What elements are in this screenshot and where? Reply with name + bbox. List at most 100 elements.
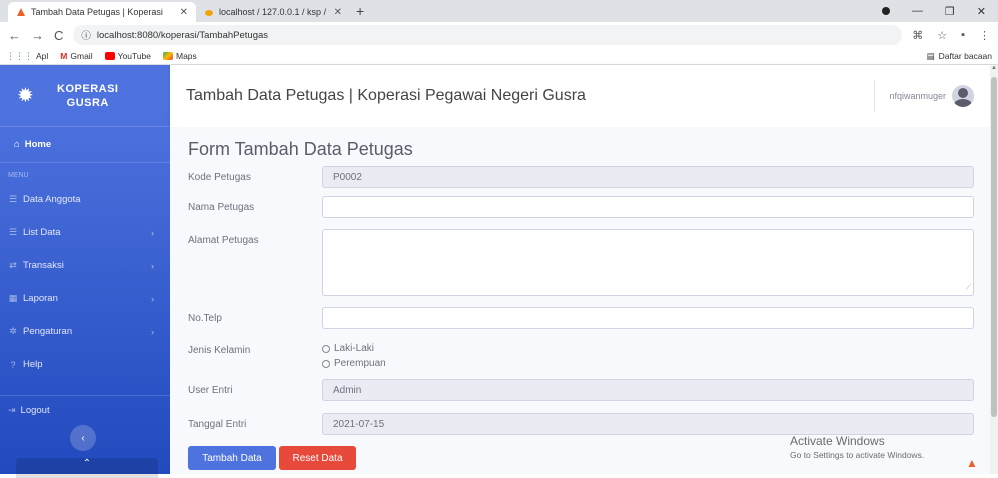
- radio-perempuan[interactable]: Perempuan: [322, 356, 386, 371]
- sidebar-item-transaksi[interactable]: ⇄ Transaksi ›: [0, 249, 170, 282]
- browser-tab-active[interactable]: Tambah Data Petugas | Koperasi ✕: [8, 2, 196, 22]
- sidebar: ✹ KOPERASI GUSRA ⌂ Home MENU ☰ Data Angg…: [0, 65, 170, 478]
- menu-heading: MENU: [8, 172, 29, 179]
- tab-close-icon[interactable]: ✕: [334, 7, 342, 18]
- window-controls: — ❐ ✕: [881, 0, 998, 22]
- watermark-title: Activate Windows: [790, 434, 885, 448]
- list-icon: ☰: [8, 194, 18, 204]
- user-entri-field[interactable]: Admin: [322, 379, 974, 401]
- radio-circle-icon[interactable]: [322, 344, 330, 353]
- telp-field[interactable]: [322, 307, 974, 329]
- jenis-kelamin-radios: Laki-Laki Perempuan: [322, 339, 386, 371]
- bookmark-apps[interactable]: ⋮⋮⋮ Apl: [6, 51, 48, 62]
- row-user-entri: User Entri Admin: [188, 379, 974, 401]
- page-title: Tambah Data Petugas | Koperasi Pegawai N…: [186, 87, 586, 104]
- tab-close-icon[interactable]: ✕: [180, 7, 188, 18]
- row-nama: Nama Petugas: [188, 196, 974, 218]
- profile-icon[interactable]: [881, 7, 890, 15]
- row-alamat: Alamat Petugas ⟋: [188, 229, 974, 296]
- tanggal-label: Tanggal Entri: [188, 419, 247, 430]
- list-icon: ☰: [8, 227, 18, 237]
- logout-icon: ⇥: [8, 405, 16, 415]
- scroll-thumb[interactable]: [991, 77, 997, 417]
- user-entri-label: User Entri: [188, 385, 233, 396]
- sidebar-item-home[interactable]: ⌂ Home: [0, 127, 170, 163]
- bookmark-maps[interactable]: Maps: [163, 51, 197, 61]
- chevron-right-icon: ›: [151, 293, 154, 304]
- radio-circle-icon[interactable]: [322, 359, 330, 368]
- bookmarks-bar: ⋮⋮⋮ Apl M Gmail YouTube Maps ▤ Daftar ba…: [0, 48, 998, 65]
- restore-icon[interactable]: ❐: [945, 5, 955, 18]
- row-telp: No.Telp: [188, 307, 974, 329]
- info-icon[interactable]: ⓘ: [81, 28, 91, 42]
- phpmyadmin-favicon-icon: [204, 7, 214, 17]
- translate-icon[interactable]: ⌘: [912, 29, 923, 42]
- nama-field[interactable]: [322, 196, 974, 218]
- scroll-up-icon[interactable]: ▲: [990, 65, 998, 75]
- exchange-icon: ⇄: [9, 260, 17, 270]
- sidebar-item-data-anggota[interactable]: ☰ Data Anggota: [0, 183, 170, 216]
- avatar: [952, 85, 974, 107]
- alamat-textarea[interactable]: ⟋: [322, 229, 974, 296]
- reading-list[interactable]: ▤ Daftar bacaan: [927, 51, 992, 62]
- back-icon[interactable]: ←: [8, 28, 21, 43]
- resize-handle-icon[interactable]: ⟋: [965, 283, 971, 293]
- page-scrollbar[interactable]: ▲: [990, 65, 998, 474]
- browser-tab-phpmyadmin[interactable]: localhost / 127.0.0.1 / ksp / t_tam ✕: [196, 2, 350, 22]
- chevron-right-icon: ›: [151, 260, 154, 271]
- kode-label: Kode Petugas: [188, 172, 251, 183]
- form-title: Form Tambah Data Petugas: [188, 139, 413, 159]
- menu-dots-icon[interactable]: ⋮: [979, 29, 990, 42]
- row-kode: Kode Petugas P0002: [188, 166, 974, 188]
- sidebar-item-logout[interactable]: ⇥ Logout: [0, 395, 170, 425]
- new-tab-button[interactable]: +: [350, 2, 370, 22]
- sidebar-item-help[interactable]: ? Help: [0, 348, 170, 381]
- address-actions: ⌘ ☆ ▪ ⋮: [912, 29, 990, 42]
- reload-icon[interactable]: C: [54, 28, 63, 43]
- sidebar-item-laporan[interactable]: ▦ Laporan ›: [0, 282, 170, 315]
- youtube-icon: [104, 52, 115, 60]
- url-field[interactable]: ⓘ localhost:8080/koperasi/TambahPetugas: [73, 25, 903, 45]
- tab-title: localhost / 127.0.0.1 / ksp / t_tam: [219, 7, 329, 17]
- gear-logo-icon: ✹: [17, 85, 34, 107]
- watermark-subtitle: Go to Settings to activate Windows.: [790, 450, 925, 460]
- chevron-up-icon: ⌃: [82, 458, 92, 469]
- address-bar-row: ← → C ⓘ localhost:8080/koperasi/TambahPe…: [0, 22, 998, 48]
- row-tanggal: Tanggal Entri 2021-07-15: [188, 413, 974, 435]
- gmail-icon: M: [60, 51, 68, 61]
- tanggal-field[interactable]: 2021-07-15: [322, 413, 974, 435]
- jenis-kelamin-label: Jenis Kelamin: [188, 345, 251, 356]
- tambah-data-button[interactable]: Tambah Data: [188, 446, 276, 470]
- kode-field[interactable]: P0002: [322, 166, 974, 188]
- minimize-icon[interactable]: —: [912, 5, 923, 17]
- sidebar-item-list-data[interactable]: ☰ List Data ›: [0, 216, 170, 249]
- chevron-right-icon: ›: [151, 326, 154, 337]
- question-icon: ?: [10, 359, 16, 370]
- topbar: Tambah Data Petugas | Koperasi Pegawai N…: [170, 65, 990, 127]
- tab-title: Tambah Data Petugas | Koperasi: [31, 7, 163, 17]
- star-icon[interactable]: ☆: [937, 29, 947, 42]
- reset-data-button[interactable]: Reset Data: [279, 446, 356, 470]
- sidebar-card: ⌃: [16, 458, 158, 478]
- user-name: nfqiwanmuger: [889, 91, 946, 101]
- bookmark-gmail[interactable]: M Gmail: [60, 51, 92, 61]
- extension-icon[interactable]: ▪: [961, 29, 965, 42]
- user-dropdown[interactable]: nfqiwanmuger: [874, 80, 990, 112]
- windows-activation-watermark: Activate Windows Go to Settings to activ…: [790, 434, 924, 460]
- sidebar-item-pengaturan[interactable]: ✲ Pengaturan ›: [0, 315, 170, 348]
- floating-arrow-icon[interactable]: ▲: [966, 456, 978, 470]
- alamat-label: Alamat Petugas: [188, 235, 259, 246]
- close-window-icon[interactable]: ✕: [977, 5, 986, 18]
- chevron-right-icon: ›: [151, 227, 154, 238]
- telp-label: No.Telp: [188, 313, 222, 324]
- bookmark-youtube[interactable]: YouTube: [104, 51, 151, 61]
- sidebar-brand[interactable]: ✹ KOPERASI GUSRA: [0, 65, 170, 127]
- home-icon: ⌂: [14, 139, 20, 150]
- apps-grid-icon: ⋮⋮⋮: [6, 50, 33, 61]
- report-icon: ▦: [8, 293, 18, 303]
- sidebar-toggle-button[interactable]: ‹: [70, 425, 96, 451]
- browser-tab-bar: Tambah Data Petugas | Koperasi ✕ localho…: [0, 0, 998, 22]
- settings-icon: ✲: [9, 326, 17, 336]
- radio-laki-laki[interactable]: Laki-Laki: [322, 341, 386, 356]
- forward-icon[interactable]: →: [31, 28, 44, 43]
